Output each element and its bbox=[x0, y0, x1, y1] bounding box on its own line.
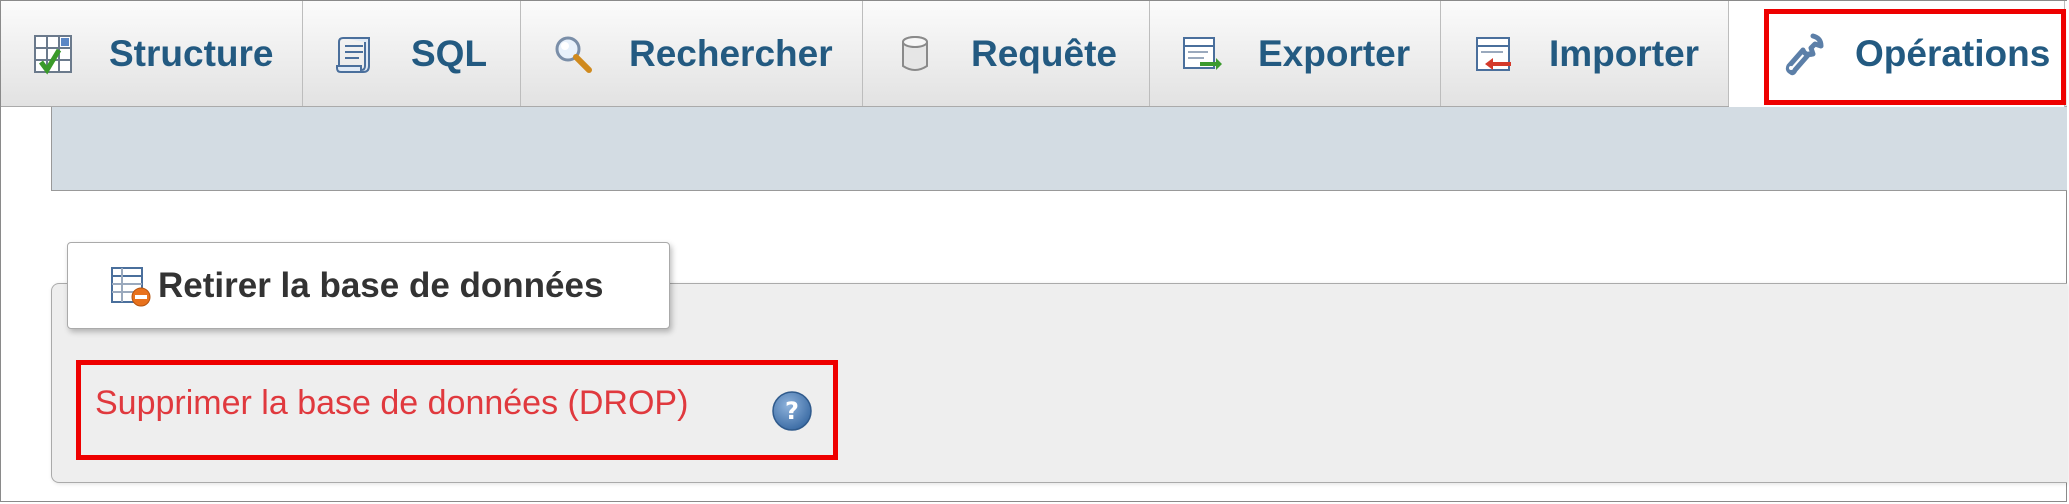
tab-importer[interactable]: Importer bbox=[1441, 1, 1729, 106]
search-magnifier-icon bbox=[551, 32, 595, 76]
tab-requete[interactable]: Requête bbox=[863, 1, 1150, 106]
fieldset-legend: Retirer la base de données bbox=[67, 242, 670, 329]
tab-bar: Structure SQL Rechercher Requête Exporte… bbox=[1, 1, 2067, 107]
drop-database-link[interactable]: Supprimer la base de données (DROP) bbox=[95, 384, 688, 423]
tab-sql[interactable]: SQL bbox=[303, 1, 521, 106]
tab-operations-label: Opérations bbox=[1855, 33, 2051, 74]
sql-scroll-icon bbox=[333, 32, 377, 76]
tab-exporter-label: Exporter bbox=[1258, 32, 1411, 74]
tab-importer-label: Importer bbox=[1549, 32, 1700, 74]
tab-operations[interactable]: Opérations bbox=[1729, 1, 2065, 107]
database-cylinder-icon bbox=[893, 32, 937, 76]
wrench-icon bbox=[1781, 32, 1825, 76]
svg-text:?: ? bbox=[785, 397, 799, 425]
tab-exporter[interactable]: Exporter bbox=[1150, 1, 1441, 106]
export-icon bbox=[1180, 32, 1224, 76]
tab-sql-label: SQL bbox=[411, 32, 488, 74]
legend-title: Retirer la base de données bbox=[158, 265, 604, 305]
tab-rechercher[interactable]: Rechercher bbox=[521, 1, 863, 106]
sub-navigation-bar bbox=[51, 107, 2067, 191]
tab-requete-label: Requête bbox=[971, 32, 1117, 74]
tab-rechercher-label: Rechercher bbox=[629, 32, 833, 74]
tab-structure-label: Structure bbox=[109, 32, 274, 74]
import-icon bbox=[1471, 32, 1515, 76]
help-icon[interactable]: ? bbox=[771, 390, 813, 432]
tab-structure[interactable]: Structure bbox=[1, 1, 303, 106]
structure-icon bbox=[31, 32, 75, 76]
drop-database-icon bbox=[108, 264, 152, 308]
